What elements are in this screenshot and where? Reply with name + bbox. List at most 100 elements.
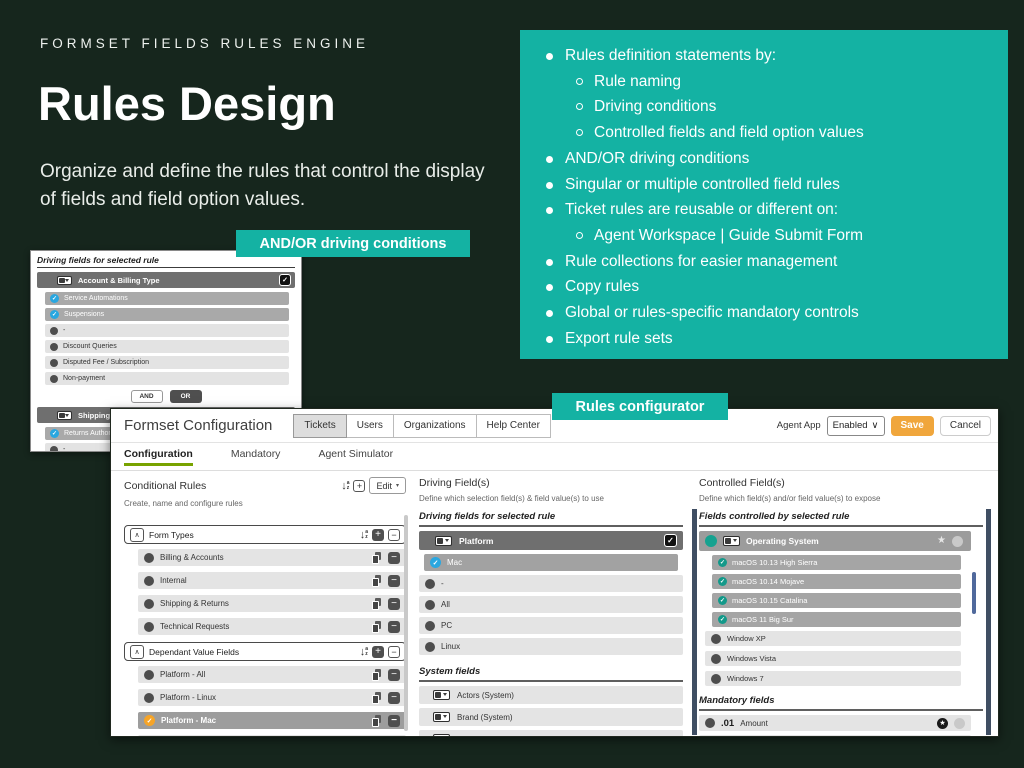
feature-text: Ticket rules are reusable or different o… (565, 201, 838, 218)
check-circle-icon: ✓ (718, 596, 727, 605)
column-subheading: Define which field(s) and/or field value… (699, 494, 983, 503)
edit-dropdown[interactable]: Edit▾ (369, 477, 406, 494)
rule-row[interactable]: Shipping & Returns− (138, 595, 406, 612)
cancel-button[interactable]: Cancel (940, 416, 991, 436)
add-button[interactable]: + (372, 529, 384, 541)
copy-icon[interactable] (372, 715, 382, 726)
copy-icon[interactable] (372, 575, 382, 586)
check-circle-icon: ✓ (718, 558, 727, 567)
feature-panel: Rules definition statements by: Rule nam… (520, 30, 1008, 359)
option-row[interactable]: ✓macOS 11 Big Sur (712, 612, 961, 627)
rule-row-selected[interactable]: ✓Platform - Mac− (138, 712, 406, 729)
rule-row[interactable]: Billing & Accounts− (138, 549, 406, 566)
rule-row[interactable]: Platform - All− (138, 666, 406, 683)
sort-icon[interactable]: ↓az (360, 647, 368, 657)
option-row[interactable]: - (419, 575, 683, 592)
collapse-icon[interactable]: ∧ (130, 645, 144, 659)
collapse-icon[interactable]: ∧ (130, 528, 144, 542)
copy-icon[interactable] (372, 621, 382, 632)
option-row[interactable]: ✓macOS 10.15 Catalina (712, 593, 961, 608)
tab-mandatory[interactable]: Mandatory (231, 448, 281, 466)
system-field-row[interactable]: Cloudset role (System) (419, 730, 683, 737)
or-button[interactable]: OR (170, 390, 202, 403)
mandatory-star-icon[interactable]: ★ (937, 718, 948, 729)
save-button[interactable]: Save (891, 416, 934, 436)
option-row[interactable]: ✓macOS 10.14 Mojave (712, 574, 961, 589)
system-field-row[interactable]: Actors (System) (419, 686, 683, 704)
add-button[interactable]: + (372, 646, 384, 658)
formset-configuration-window: Formset Configuration Tickets Users Orga… (110, 408, 999, 737)
option-row[interactable]: Window XP (705, 631, 961, 646)
remove-button[interactable]: − (388, 646, 400, 658)
driving-field-platform[interactable]: Platform ✓ (419, 531, 683, 550)
nav-tab-organizations[interactable]: Organizations (393, 414, 477, 438)
bullet-icon (546, 310, 553, 317)
delete-rule-button[interactable]: − (388, 575, 400, 587)
option-row[interactable]: ✓macOS 10.13 High Sierra (712, 555, 961, 570)
rule-group-form-types[interactable]: ∧ Form Types ↓az + − (124, 525, 406, 544)
and-button[interactable]: AND (131, 390, 163, 403)
option-row[interactable]: Windows 7 (705, 671, 961, 686)
dot-icon (425, 621, 435, 631)
mini-option-row[interactable]: Discount Queries (45, 340, 289, 353)
remove-button[interactable]: − (388, 529, 400, 541)
agent-app-select[interactable]: Enabled ∨ (827, 416, 885, 436)
mini-option-row[interactable]: ✓Suspensions (45, 308, 289, 321)
add-rule-button[interactable]: + (353, 480, 365, 492)
delete-rule-button[interactable]: − (388, 669, 400, 681)
controlled-panel-scrollbar-thumb[interactable] (972, 572, 976, 614)
option-row[interactable]: Linux (419, 638, 683, 655)
delete-rule-button[interactable]: − (388, 692, 400, 704)
field-checkbox[interactable]: ✓ (280, 275, 290, 285)
rule-row[interactable]: Platform - PC− (138, 735, 406, 737)
nav-tab-help-center[interactable]: Help Center (476, 414, 551, 438)
option-row[interactable]: All (419, 596, 683, 613)
bullet-icon (546, 182, 553, 189)
feature-text: Agent Workspace | Guide Submit Form (594, 227, 863, 244)
copy-icon[interactable] (372, 669, 382, 680)
sort-icon[interactable]: ↓az (341, 481, 349, 491)
mandatory-field-row[interactable]: Application Category ★ (699, 735, 971, 737)
circle-button-icon[interactable] (954, 718, 965, 729)
mini-field-group-account-billing[interactable]: Account & Billing Type ✓ (37, 272, 295, 288)
dot-icon (144, 693, 154, 703)
option-label: Linux (441, 642, 460, 651)
mini-option-row[interactable]: - (45, 324, 289, 337)
delete-rule-button[interactable]: − (388, 621, 400, 633)
rule-row[interactable]: Internal− (138, 572, 406, 589)
rule-row[interactable]: Technical Requests− (138, 618, 406, 635)
system-field-row[interactable]: Brand (System) (419, 708, 683, 726)
option-row[interactable]: PC (419, 617, 683, 634)
tab-agent-simulator[interactable]: Agent Simulator (318, 448, 393, 466)
mini-option-row[interactable]: Disputed Fee / Subscription (45, 356, 289, 369)
rule-group-dependant-value-fields[interactable]: ∧ Dependant Value Fields ↓az + − (124, 642, 406, 661)
mini-option-row[interactable]: Non-payment (45, 372, 289, 385)
mandatory-field-row[interactable]: .01 Amount ★ (699, 715, 971, 731)
delete-rule-button[interactable]: − (388, 715, 400, 727)
option-row[interactable]: ✓Mac (424, 554, 678, 571)
nav-tab-tickets[interactable]: Tickets (293, 414, 346, 438)
delete-rule-button[interactable]: − (388, 552, 400, 564)
rule-row[interactable]: Platform - Linux− (138, 689, 406, 706)
circle-button-icon[interactable] (952, 536, 963, 547)
option-label: macOS 11 Big Sur (732, 615, 794, 624)
dot-icon (711, 674, 721, 684)
copy-icon[interactable] (372, 552, 382, 563)
left-column-scrollbar[interactable] (404, 515, 408, 731)
controlled-field-operating-system[interactable]: Operating System ★ (699, 531, 971, 551)
copy-icon[interactable] (372, 598, 382, 609)
divider (419, 525, 683, 527)
dot-icon (144, 622, 154, 632)
copy-icon[interactable] (372, 692, 382, 703)
nav-tab-users[interactable]: Users (346, 414, 394, 438)
option-label: Non-payment (63, 375, 105, 382)
sort-icon[interactable]: ↓az (360, 530, 368, 540)
delete-rule-button[interactable]: − (388, 598, 400, 610)
tab-configuration[interactable]: Configuration (124, 448, 193, 466)
field-checkbox[interactable]: ✓ (665, 535, 676, 546)
mini-option-row[interactable]: ✓Service Automations (45, 292, 289, 305)
slide-description: Organize and define the rules that contr… (40, 158, 492, 213)
group-icons: ↓az + − (360, 646, 400, 658)
option-row[interactable]: Windows Vista (705, 651, 961, 666)
star-icon[interactable]: ★ (937, 536, 946, 546)
